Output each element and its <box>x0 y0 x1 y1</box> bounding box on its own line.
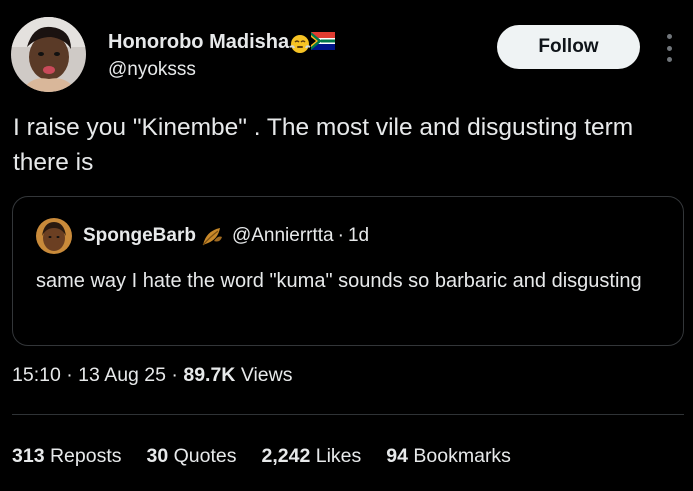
stat-label: Quotes <box>173 445 237 467</box>
stat-label: Bookmarks <box>413 445 511 467</box>
stat-likes[interactable]: 2,242 Likes <box>262 445 362 468</box>
stat-count: 2,242 <box>261 445 311 467</box>
quote-avatar[interactable] <box>36 218 72 254</box>
stat-quotes[interactable]: 30 Quotes <box>147 445 237 468</box>
quoted-tweet[interactable]: SpongeBarb @Annierrtta · 1d same way I h… <box>12 196 684 346</box>
more-dot <box>666 45 672 51</box>
author-name-row[interactable]: Honorobo Madisha <box>108 31 336 54</box>
face-with-steam-icon <box>289 32 311 54</box>
more-dot <box>666 34 672 39</box>
stat-label: Likes <box>315 445 362 467</box>
more-options-icon[interactable] <box>662 34 676 62</box>
timestamp[interactable]: 15:10 <box>12 364 61 386</box>
tweet-text: I raise you "Kinembe" . The most vile an… <box>13 114 634 176</box>
tweet-date[interactable]: 13 Aug 25 <box>78 364 166 386</box>
tweet-meta: 15:10 · 13 Aug 25 · 89.7K Views <box>12 364 292 387</box>
avatar[interactable] <box>11 17 86 92</box>
stat-count: 313 <box>12 445 45 467</box>
leaf-icon <box>200 225 222 247</box>
separator-dot: · <box>337 225 344 246</box>
author-name[interactable]: Honorobo Madisha <box>108 31 289 54</box>
stat-reposts[interactable]: 313 Reposts <box>12 445 122 468</box>
divider <box>12 414 684 415</box>
stat-count: 94 <box>386 445 408 467</box>
views-label: Views <box>240 364 293 386</box>
engagement-stats: 313 Reposts 30 Quotes 2,242 Likes 94 Boo… <box>12 445 511 468</box>
quote-header: SpongeBarb @Annierrtta · 1d <box>83 225 369 247</box>
quote-time[interactable]: 1d <box>348 225 369 247</box>
quote-author-handle[interactable]: @Annierrtta <box>232 225 334 247</box>
follow-button[interactable]: Follow <box>497 25 640 69</box>
quote-author-name[interactable]: SpongeBarb <box>83 225 196 247</box>
quote-text: same way I hate the word "kuma" sounds s… <box>36 270 642 292</box>
separator-dot: · <box>66 364 73 386</box>
views-count[interactable]: 89.7K <box>183 364 235 386</box>
more-dot <box>666 57 672 62</box>
south-africa-flag-icon <box>311 31 336 54</box>
stat-label: Reposts <box>49 445 122 467</box>
stat-bookmarks[interactable]: 94 Bookmarks <box>386 445 511 468</box>
stat-count: 30 <box>146 445 169 467</box>
author-handle[interactable]: @nyoksss <box>108 59 196 81</box>
separator-dot: · <box>171 364 178 386</box>
